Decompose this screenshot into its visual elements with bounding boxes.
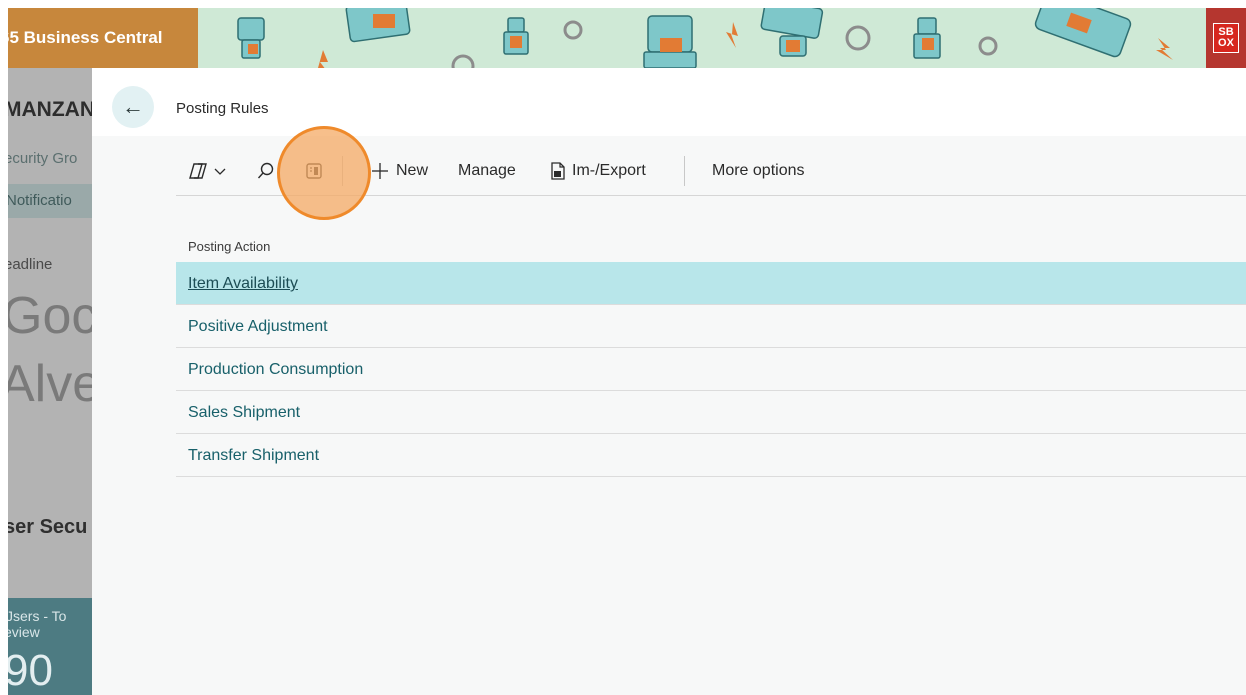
new-button[interactable]: New — [370, 158, 428, 184]
company-name: MANZAN — [8, 98, 92, 121]
notification-text: Notificatio — [8, 192, 72, 209]
chevron-down-icon — [214, 168, 226, 175]
list-item[interactable]: Sales Shipment — [176, 391, 1246, 434]
app-frame: 65 Business Central SB OX MANZAN ecurity… — [8, 8, 1246, 695]
copilot-icon — [189, 163, 207, 179]
posting-rules-page: ← Posting Rules New Manage Im-/Export Mo… — [92, 68, 1246, 695]
search-button[interactable] — [256, 158, 276, 184]
tile-value: 90 — [8, 646, 53, 695]
list-item[interactable]: Transfer Shipment — [176, 434, 1246, 477]
tile-label-line2: eview — [8, 624, 40, 640]
manage-label: Manage — [458, 162, 516, 179]
toolbar-divider — [684, 156, 685, 186]
list-item[interactable]: Positive Adjustment — [176, 305, 1246, 348]
sandbox-badge-line2: OX — [1218, 37, 1234, 49]
import-export-label: Im-/Export — [572, 162, 646, 179]
tile-label-line1: Jsers - To — [8, 608, 67, 624]
robot-banner-art-icon — [198, 8, 1208, 68]
sandbox-badge: SB OX — [1206, 8, 1246, 68]
plus-icon — [372, 163, 388, 179]
manage-menu[interactable]: Manage — [458, 158, 516, 184]
headline-greeting-line2: Alve — [8, 355, 92, 413]
new-label: New — [396, 162, 429, 179]
top-banner: 65 Business Central SB OX — [8, 8, 1246, 68]
list-item[interactable]: Item Availability — [176, 262, 1246, 305]
back-arrow-icon: ← — [122, 94, 144, 119]
click-highlight-marker — [277, 126, 371, 220]
role-center-background: MANZAN ecurity Gro Notificatio eadline G… — [8, 68, 92, 695]
list-item[interactable]: Production Consumption — [176, 348, 1246, 391]
headline-greeting-line1: Goc — [8, 287, 92, 345]
brand-title: 65 Business Central — [8, 28, 163, 47]
page-title: Posting Rules — [176, 100, 269, 117]
posting-rules-list: Posting Action Item Availability Positiv… — [176, 232, 1246, 477]
search-icon — [257, 162, 274, 179]
more-options-button[interactable]: More options — [712, 158, 805, 184]
excel-export-icon — [551, 162, 565, 180]
import-export-menu[interactable]: Im-/Export — [548, 158, 646, 184]
back-button[interactable]: ← — [112, 86, 154, 128]
user-security-heading: ser Secu — [8, 516, 88, 538]
column-header-posting-action[interactable]: Posting Action — [176, 232, 1246, 262]
more-options-label: More options — [712, 162, 805, 179]
security-group-link: ecurity Gro — [8, 150, 78, 167]
headline-label: eadline — [8, 256, 53, 273]
brand-area[interactable]: 65 Business Central — [8, 8, 198, 68]
copilot-menu-button[interactable] — [188, 158, 227, 184]
page-header: ← Posting Rules — [92, 68, 1246, 136]
